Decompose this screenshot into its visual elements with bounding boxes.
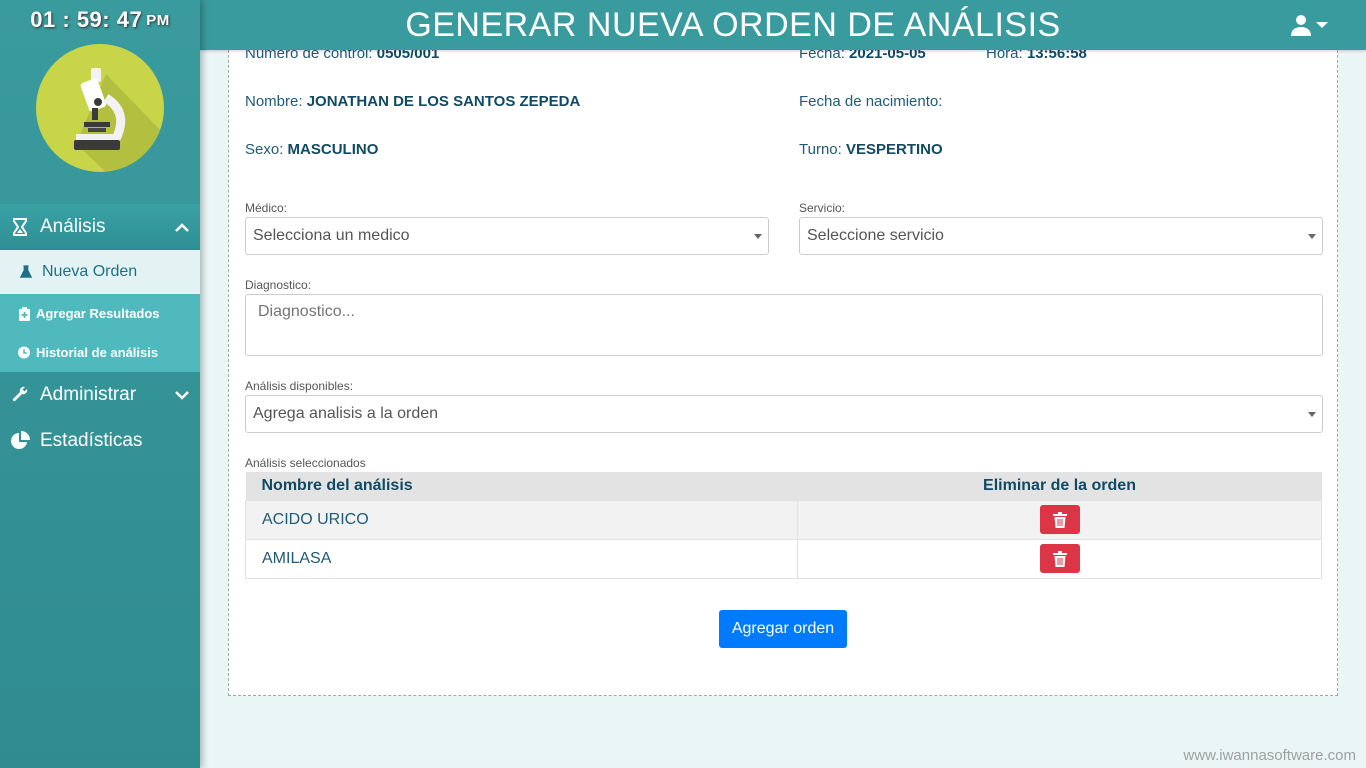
diagnostico-label: Diagnostico:: [245, 278, 312, 292]
nav-section-administrar[interactable]: Administrar: [0, 372, 200, 418]
footer-watermark: www.iwannasoftware.com: [1183, 747, 1356, 764]
nav-section-estadisticas[interactable]: Estadísticas: [0, 418, 200, 464]
page-title: GENERAR NUEVA ORDEN DE ANÁLISIS: [405, 5, 1061, 44]
delete-cell: [797, 538, 1322, 579]
birth-date-label: Fecha de nacimiento:: [799, 93, 943, 110]
hourglass-icon: [10, 218, 30, 236]
selected-analyses-table: Nombre del análisis Eliminar de la orden…: [245, 472, 1322, 579]
servicio-select[interactable]: Seleccione servicio: [799, 217, 1323, 255]
microscope-logo: [36, 44, 164, 172]
patient-name: Nombre: JONATHAN DE LOS SANTOS ZEPEDA: [245, 93, 580, 110]
sidebar-item-historial[interactable]: Historial de análisis: [0, 333, 200, 372]
analisis-submenu: Nueva Orden Agregar Resultados Historial…: [0, 250, 200, 372]
delete-cell: [797, 499, 1322, 540]
caret-down-icon: [1316, 22, 1328, 28]
delete-button[interactable]: [1039, 544, 1080, 573]
nav-section-analisis[interactable]: Análisis: [0, 204, 200, 250]
delete-button[interactable]: [1039, 505, 1080, 534]
diagnostico-input[interactable]: [245, 294, 1323, 356]
clock-time: 01 : 59: 47: [30, 7, 143, 32]
nav-section-administrar-label: Administrar: [40, 384, 137, 405]
add-order-button[interactable]: Agregar orden: [719, 610, 847, 648]
clock-icon: [18, 346, 30, 359]
logo-area: [0, 40, 200, 204]
medico-label: Médico:: [245, 201, 288, 215]
trash-icon: [1052, 511, 1067, 528]
order-form-panel: Número de control: 0505/001 Fecha: 2021-…: [228, 20, 1338, 696]
clipboard-plus-icon: [18, 306, 30, 321]
patient-shift-label: Turno:: [799, 141, 842, 158]
patient-sex-label: Sexo:: [245, 141, 284, 158]
sidebar: 01 : 59: 47 PM Análisis Nueva Orden Agre…: [0, 0, 200, 768]
pie-chart-icon: [10, 431, 30, 451]
analisis-seleccionados-label: Análisis seleccionados: [245, 456, 366, 470]
birth-date: Fecha de nacimiento:: [799, 93, 942, 110]
caret-down-icon: [1308, 412, 1316, 417]
flask-icon: [20, 264, 32, 280]
patient-sex-value: MASCULINO: [287, 141, 379, 158]
patient-shift-value: VESPERTINO: [845, 141, 943, 158]
analisis-select[interactable]: Agrega analisis a la orden: [245, 395, 1323, 433]
caret-down-icon: [1308, 234, 1316, 239]
page-header: GENERAR NUEVA ORDEN DE ANÁLISIS: [200, 0, 1366, 50]
sidebar-item-agregar-resultados-label: Agregar Resultados: [36, 306, 160, 321]
sidebar-item-nueva-orden[interactable]: Nueva Orden: [0, 250, 200, 294]
chevron-down-icon: [174, 387, 190, 403]
analysis-name-cell: ACIDO URICO: [245, 499, 798, 540]
microscope-icon: [74, 68, 164, 172]
user-icon: [1291, 15, 1311, 36]
medico-select[interactable]: Selecciona un medico: [245, 217, 769, 255]
column-header-nombre: Nombre del análisis: [245, 472, 798, 500]
sidebar-item-historial-label: Historial de análisis: [36, 345, 159, 360]
chevron-up-icon: [174, 219, 190, 235]
clock-ampm: PM: [146, 11, 170, 29]
user-menu[interactable]: [1290, 14, 1328, 36]
column-header-eliminar: Eliminar de la orden: [797, 472, 1322, 500]
trash-icon: [1052, 550, 1067, 567]
analisis-select-value: Agrega analisis a la orden: [253, 405, 439, 422]
analysis-name-cell: AMILASA: [245, 538, 798, 579]
patient-name-value: JONATHAN DE LOS SANTOS ZEPEDA: [306, 93, 581, 110]
table-row: ACIDO URICO: [245, 499, 1322, 540]
medico-select-value: Selecciona un medico: [253, 227, 410, 244]
table-row: AMILASA: [245, 538, 1322, 579]
table-header-row: Nombre del análisis Eliminar de la orden: [245, 472, 1322, 500]
sidebar-item-agregar-resultados[interactable]: Agregar Resultados: [0, 294, 200, 333]
wrench-icon: [10, 386, 30, 404]
clock: 01 : 59: 47 PM: [0, 0, 200, 40]
servicio-label: Servicio:: [799, 201, 846, 215]
sidebar-item-nueva-orden-label: Nueva Orden: [42, 263, 138, 280]
nav-section-estadisticas-label: Estadísticas: [40, 430, 143, 451]
patient-shift: Turno: VESPERTINO: [799, 141, 943, 158]
analisis-disponibles-label: Análisis disponibles:: [245, 379, 354, 393]
caret-down-icon: [754, 234, 762, 239]
nav-section-analisis-label: Análisis: [40, 216, 106, 237]
patient-name-label: Nombre:: [245, 93, 303, 110]
patient-sex: Sexo: MASCULINO: [245, 141, 378, 158]
servicio-select-value: Seleccione servicio: [807, 227, 944, 244]
